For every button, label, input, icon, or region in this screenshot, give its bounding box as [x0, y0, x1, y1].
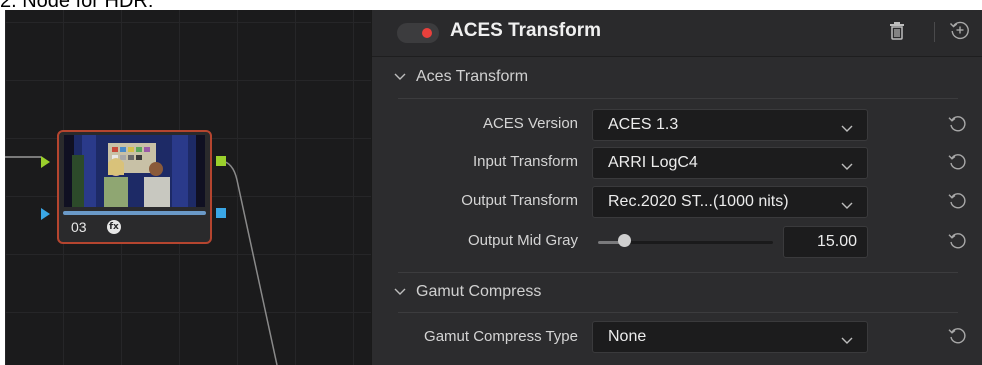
input-transform-label: Input Transform: [472, 153, 578, 170]
section-divider: [398, 312, 958, 313]
chevron-down-icon: [841, 158, 853, 176]
reset-icon[interactable]: [948, 231, 968, 256]
section-label: Aces Transform: [416, 68, 529, 85]
chevron-down-icon: [394, 68, 410, 86]
chevron-down-icon: [841, 332, 853, 350]
panel-title: ACES Transform: [450, 20, 601, 41]
dropdown-value: ARRI LogC4: [608, 154, 698, 171]
trash-icon[interactable]: [890, 22, 904, 45]
node-input-alpha-port[interactable]: [41, 208, 50, 220]
gamut-compress-type-label: Gamut Compress Type: [424, 328, 578, 345]
node-graph[interactable]: 03 fx: [5, 10, 371, 365]
output-mid-gray-label: Output Mid Gray: [467, 232, 578, 249]
output-transform-label: Output Transform: [461, 192, 578, 209]
reset-icon[interactable]: [948, 326, 968, 351]
section-divider: [398, 98, 958, 99]
section-gamut-compress[interactable]: Gamut Compress: [394, 283, 541, 301]
chevron-down-icon: [394, 283, 410, 301]
color-node-03[interactable]: 03 fx: [57, 130, 212, 244]
section-divider: [398, 272, 958, 273]
node-output-alpha-port[interactable]: [216, 208, 226, 218]
section-label: Gamut Compress: [416, 283, 542, 300]
dropdown-value: ACES 1.3: [608, 116, 679, 133]
output-transform-dropdown[interactable]: Rec.2020 ST...(1000 nits): [592, 186, 868, 218]
fx-icon: fx: [107, 220, 121, 234]
output-mid-gray-input[interactable]: 15.00: [783, 226, 868, 258]
reset-icon[interactable]: [948, 114, 968, 139]
header-separator: [934, 22, 935, 42]
chevron-down-icon: [841, 197, 853, 215]
dropdown-value: Rec.2020 ST...(1000 nits): [608, 193, 789, 210]
node-number: 03: [71, 219, 87, 235]
aces-version-dropdown[interactable]: ACES 1.3: [592, 109, 868, 141]
section-aces-transform[interactable]: Aces Transform: [394, 68, 528, 86]
node-input-rgb-port[interactable]: [41, 156, 50, 168]
node-output-rgb-port[interactable]: [216, 156, 226, 166]
reset-all-icon[interactable]: [949, 19, 971, 46]
aces-transform-panel: ACES Transform Aces Transform ACES Versi…: [371, 10, 982, 365]
reset-icon[interactable]: [948, 191, 968, 216]
slider-thumb[interactable]: [617, 234, 631, 247]
node-progress-bar: [63, 211, 206, 215]
node-enable-toggle[interactable]: [397, 23, 439, 43]
panel-header: ACES Transform: [372, 10, 982, 57]
input-transform-dropdown[interactable]: ARRI LogC4: [592, 147, 868, 179]
reset-icon[interactable]: [948, 152, 968, 177]
aces-version-label: ACES Version: [482, 115, 578, 132]
toggle-indicator: [422, 28, 432, 38]
gamut-compress-type-dropdown[interactable]: None: [592, 321, 868, 353]
node-thumbnail: [64, 135, 205, 207]
dropdown-value: None: [608, 328, 647, 345]
chevron-down-icon: [841, 120, 853, 138]
